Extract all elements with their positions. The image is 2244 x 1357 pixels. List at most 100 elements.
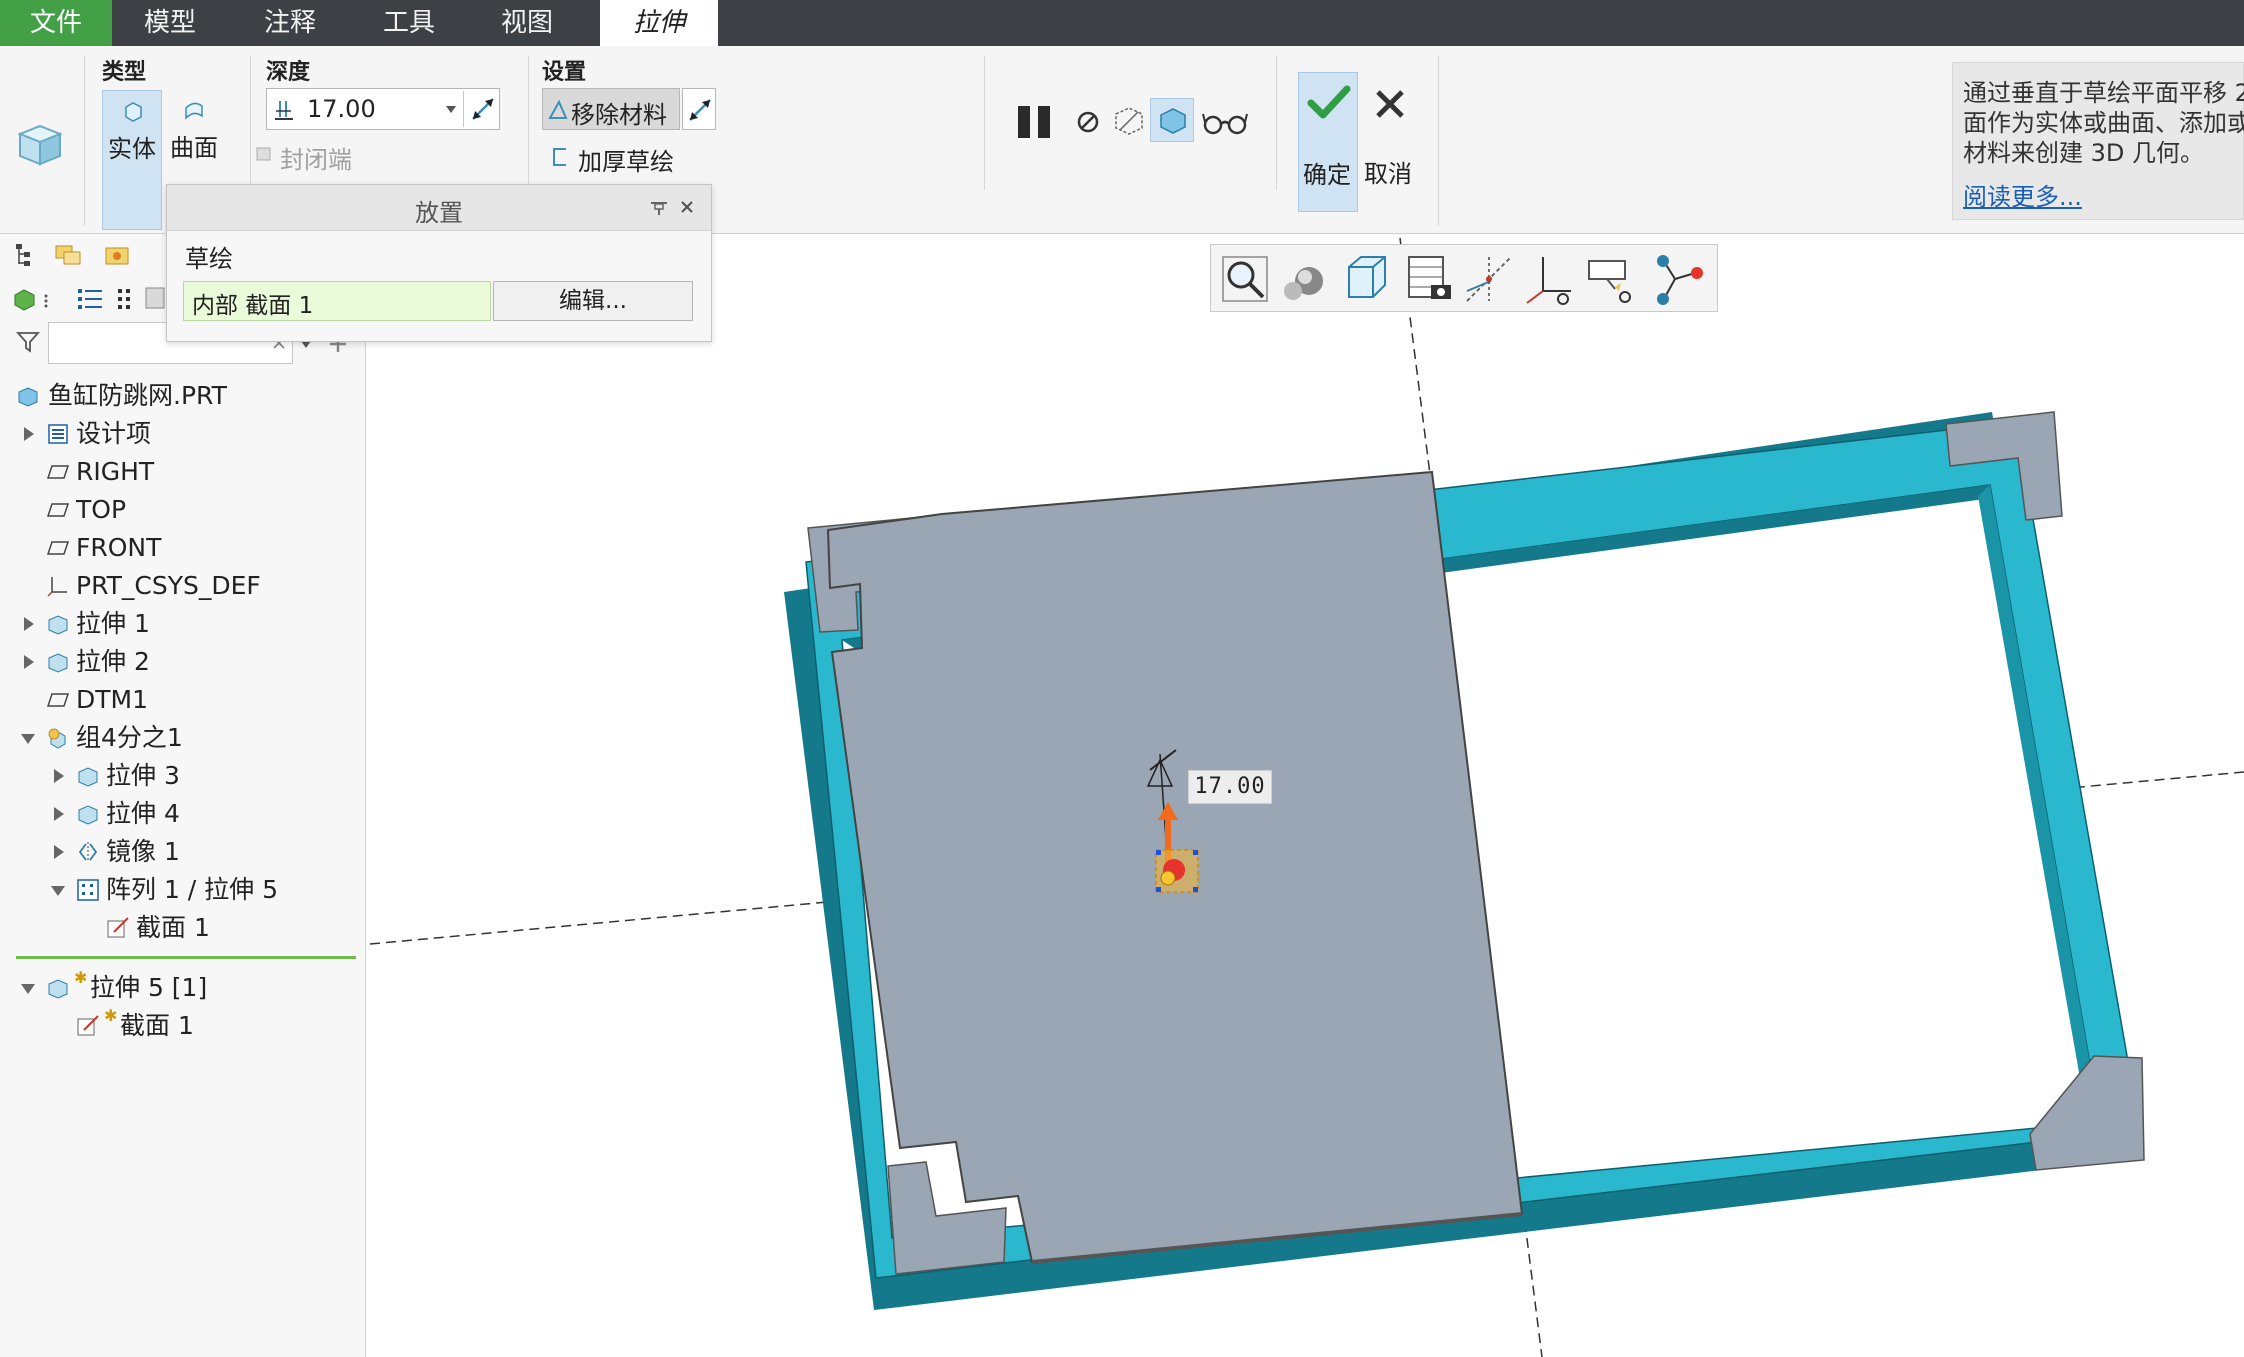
depth-value: 17.00 xyxy=(307,95,376,123)
tree-item-label: RIGHT xyxy=(76,457,155,486)
saved-orientations-icon[interactable] xyxy=(1339,251,1395,307)
datum-plane-icon xyxy=(46,465,70,479)
thicken-sketch-option[interactable]: 加厚草绘 xyxy=(578,142,674,177)
insert-here-indicator[interactable] xyxy=(16,956,356,959)
placement-panel: 放置 草绘 内部 截面 1 编辑... xyxy=(166,184,712,342)
extrude-feature-icon xyxy=(48,615,68,635)
divider xyxy=(984,56,985,190)
tree-settings-icon[interactable] xyxy=(76,286,104,312)
layer-tree-icon[interactable] xyxy=(144,284,166,312)
ok-button[interactable]: 确定 xyxy=(1298,72,1358,212)
view-manager-icon[interactable] xyxy=(1401,251,1457,307)
tree-item-label: 设计项 xyxy=(76,419,152,448)
menu-tab-file[interactable]: 文件 xyxy=(0,0,112,46)
expand-arrow-icon[interactable] xyxy=(24,655,34,669)
expand-arrow-icon[interactable] xyxy=(54,807,64,821)
expand-arrow-icon[interactable] xyxy=(54,769,64,783)
no-preview-icon[interactable] xyxy=(1074,108,1102,136)
mirror-icon xyxy=(78,842,98,862)
spin-center-icon[interactable] xyxy=(1649,251,1705,307)
sketch-collector[interactable]: 内部 截面 1 xyxy=(183,281,491,321)
depth-field[interactable]: 17.00 xyxy=(266,88,500,130)
pause-icon[interactable] xyxy=(1016,102,1054,142)
flip-material-side-button[interactable] xyxy=(682,88,716,130)
divider xyxy=(1438,56,1439,226)
cancel-button[interactable]: 取消 xyxy=(1360,72,1420,212)
read-more-link[interactable]: 阅读更多... xyxy=(1963,177,2082,212)
menu-tab-view[interactable]: 视图 xyxy=(482,0,572,46)
new-feature-star-icon: ✱ xyxy=(74,968,88,987)
menu-tab-annotate[interactable]: 注释 xyxy=(245,0,335,46)
sketch-icon xyxy=(77,1015,99,1036)
close-icon[interactable] xyxy=(679,199,695,215)
placement-header: 放置 xyxy=(167,185,711,231)
flip-direction-icon xyxy=(472,98,494,120)
tree-item-label: FRONT xyxy=(76,533,162,562)
edit-sketch-button[interactable]: 编辑... xyxy=(493,281,693,321)
datum-plane-icon xyxy=(46,693,70,707)
expand-arrow-icon[interactable] xyxy=(24,617,34,631)
attached-preview-icon xyxy=(1160,108,1186,134)
divider xyxy=(84,56,85,226)
flip-direction-icon xyxy=(689,99,711,121)
annotation-display-icon[interactable] xyxy=(1585,251,1641,307)
surface-label: 曲面 xyxy=(170,134,218,162)
depth-group-title: 深度 xyxy=(266,60,311,85)
expand-arrow-icon[interactable] xyxy=(24,427,34,441)
tree-item-label: 拉伸 2 xyxy=(76,647,150,676)
extrude-icon xyxy=(17,124,63,166)
extrude-feature-icon xyxy=(78,805,98,825)
graphics-viewport[interactable]: 17.00 xyxy=(367,234,2244,1357)
divider xyxy=(1276,56,1277,190)
sketch-value: 内部 截面 1 xyxy=(192,293,314,319)
tree-item-label: 阵列 1 / 拉伸 5 xyxy=(106,875,279,904)
collapse-arrow-icon[interactable] xyxy=(51,886,65,896)
refit-zoom-icon[interactable] xyxy=(1217,251,1273,307)
model-tree-icon[interactable] xyxy=(14,242,38,268)
menu-tab-extrude[interactable]: 拉伸 xyxy=(600,0,718,46)
collapse-arrow-icon[interactable] xyxy=(21,734,35,744)
more-icon[interactable] xyxy=(42,294,50,308)
tree-columns-icon[interactable] xyxy=(116,286,134,312)
model-geometry[interactable] xyxy=(367,234,2244,1357)
tree-item-label: 镜像 1 xyxy=(106,837,180,866)
show-icon[interactable] xyxy=(12,286,38,312)
blind-depth-icon xyxy=(275,101,293,120)
capped-ends-option[interactable]: 封闭端 xyxy=(280,140,352,175)
remove-material-button[interactable]: 移除材料 xyxy=(542,88,680,130)
remove-material-icon xyxy=(548,99,568,119)
tree-item-label: 鱼缸防跳网.PRT xyxy=(48,381,227,410)
datum-display-filters-icon[interactable] xyxy=(1461,251,1517,307)
collapse-arrow-icon[interactable] xyxy=(21,984,35,994)
group-icon xyxy=(48,728,66,749)
separate-preview-icon[interactable] xyxy=(1110,102,1148,140)
tree-item-label: 截面 1 xyxy=(136,913,210,942)
graphics-toolbar xyxy=(1210,244,1718,312)
attached-preview-button[interactable] xyxy=(1150,98,1194,142)
ok-label: 确定 xyxy=(1303,161,1351,189)
folder-browser-icon[interactable] xyxy=(54,242,82,268)
filter-icon[interactable] xyxy=(16,330,40,354)
expand-arrow-icon[interactable] xyxy=(54,845,64,859)
design-items-icon xyxy=(48,424,68,444)
menu-tab-tools[interactable]: 工具 xyxy=(364,0,454,46)
flip-depth-button[interactable] xyxy=(463,91,499,127)
menu-tab-model[interactable]: 模型 xyxy=(125,0,215,46)
verify-glasses-icon[interactable] xyxy=(1202,108,1248,138)
menu-bar: 文件 模型 注释 工具 视图 拉伸 xyxy=(0,0,2244,46)
remove-material-label: 移除材料 xyxy=(571,101,667,129)
checkmark-icon xyxy=(1307,85,1351,119)
solid-button[interactable]: 实体 xyxy=(102,90,162,230)
display-style-icon[interactable] xyxy=(1279,251,1335,307)
tree-item-label: 组4分之1 xyxy=(76,723,183,752)
extrude-feature-icon xyxy=(48,653,68,673)
csys-display-icon[interactable] xyxy=(1521,251,1577,307)
depth-dimension-label[interactable]: 17.00 xyxy=(1188,770,1272,804)
pin-icon[interactable] xyxy=(649,199,669,217)
tree-item-label: DTM1 xyxy=(76,685,148,714)
surface-icon xyxy=(185,102,203,120)
drag-handle-center[interactable] xyxy=(1160,870,1176,886)
chevron-down-icon[interactable] xyxy=(445,105,457,115)
favorites-icon[interactable] xyxy=(104,242,132,268)
surface-button[interactable]: 曲面 xyxy=(164,90,224,170)
